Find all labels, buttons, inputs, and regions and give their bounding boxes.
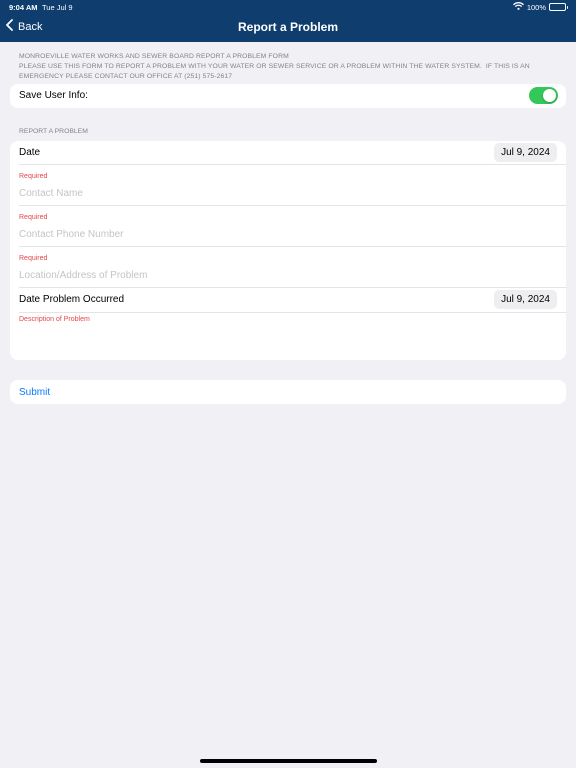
save-user-info-row: Save User Info: [19,84,566,108]
submit-button[interactable]: Submit [19,387,50,398]
contact-name-field[interactable]: Required Contact Name [19,165,566,206]
form-intro-text: MONROEVILLE WATER WORKS AND SEWER BOARD … [19,52,559,82]
save-user-info-card: Save User Info: [10,84,566,108]
required-label: Required [19,214,48,221]
date-occurred-picker[interactable]: Jul 9, 2024 [494,290,557,309]
intro-line-3: EMERGENCY PLEASE CONTACT OUR OFFICE AT (… [19,73,233,80]
navigation-header: 9:04 AM Tue Jul 9 100% Back Report a Pro… [0,0,576,42]
required-label: Required [19,255,48,262]
toggle-knob [543,89,556,102]
contact-phone-input[interactable]: Contact Phone Number [19,229,124,240]
date-occurred-label: Date Problem Occurred [19,294,125,305]
contact-name-input[interactable]: Contact Name [19,188,83,199]
contact-phone-field[interactable]: Required Contact Phone Number [19,206,566,247]
status-date: Tue Jul 9 [42,3,73,12]
intro-line-2: PLEASE USE THIS FORM TO REPORT A PROBLEM… [19,63,530,70]
description-field[interactable]: Description of Problem [19,313,566,360]
status-indicators: 100% [512,2,568,12]
submit-card: Submit [10,380,566,404]
date-row: Date Jul 9, 2024 [19,141,566,165]
date-occurred-row: Date Problem Occurred Jul 9, 2024 [19,288,566,313]
intro-line-1: MONROEVILLE WATER WORKS AND SEWER BOARD … [19,53,289,60]
save-user-info-toggle[interactable] [529,87,558,104]
save-user-info-label: Save User Info: [19,90,88,101]
page-title: Report a Problem [237,20,339,34]
battery-icon [549,3,568,11]
home-indicator [200,759,377,763]
battery-percent: 100% [526,2,546,12]
report-form-card: Date Jul 9, 2024 Required Contact Name R… [10,141,566,360]
location-input[interactable]: Location/Address of Problem [19,270,147,281]
date-label: Date [19,147,41,158]
date-picker[interactable]: Jul 9, 2024 [494,143,557,162]
location-field[interactable]: Required Location/Address of Problem [19,247,566,288]
wifi-icon [512,2,524,12]
description-label: Description of Problem [19,316,90,323]
section-header: REPORT A PROBLEM [19,128,88,135]
status-time: 9:04 AM [9,3,38,12]
required-label: Required [19,173,48,180]
